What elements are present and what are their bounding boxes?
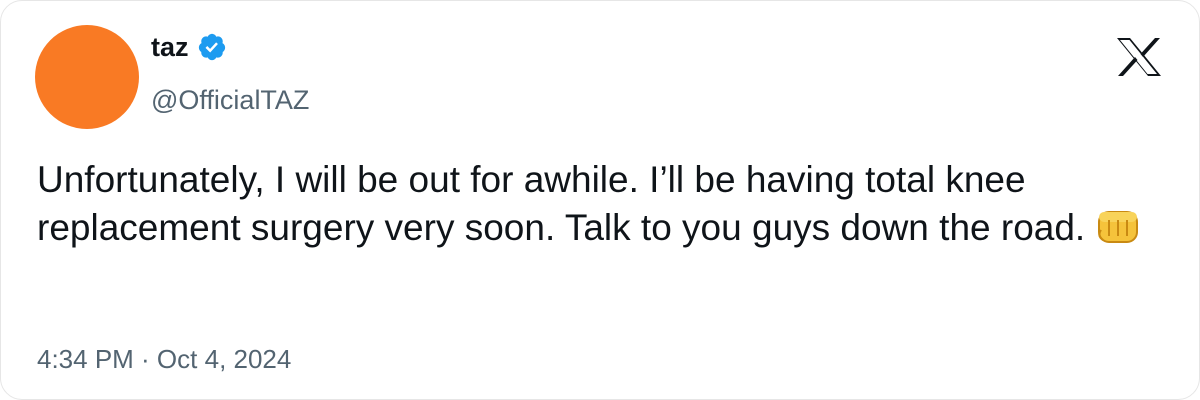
verified-badge-icon [198,33,225,61]
tweet-body: Unfortunately, I will be out for awhile.… [37,156,1157,252]
avatar[interactable] [35,25,139,129]
author-handle[interactable]: @OfficialTAZ [151,84,309,116]
author-name-row: taz [151,31,227,63]
oncoming-fist-icon [1098,211,1139,243]
display-name[interactable]: taz [151,31,189,63]
x-logo-icon[interactable] [1115,37,1163,77]
tweet-text: Unfortunately, I will be out for awhile.… [37,159,1086,248]
tweet-card[interactable]: taz @OfficialTAZ Unfortunately, I will b… [0,0,1200,400]
tweet-timestamp[interactable]: 4:34 PM · Oct 4, 2024 [37,343,291,375]
